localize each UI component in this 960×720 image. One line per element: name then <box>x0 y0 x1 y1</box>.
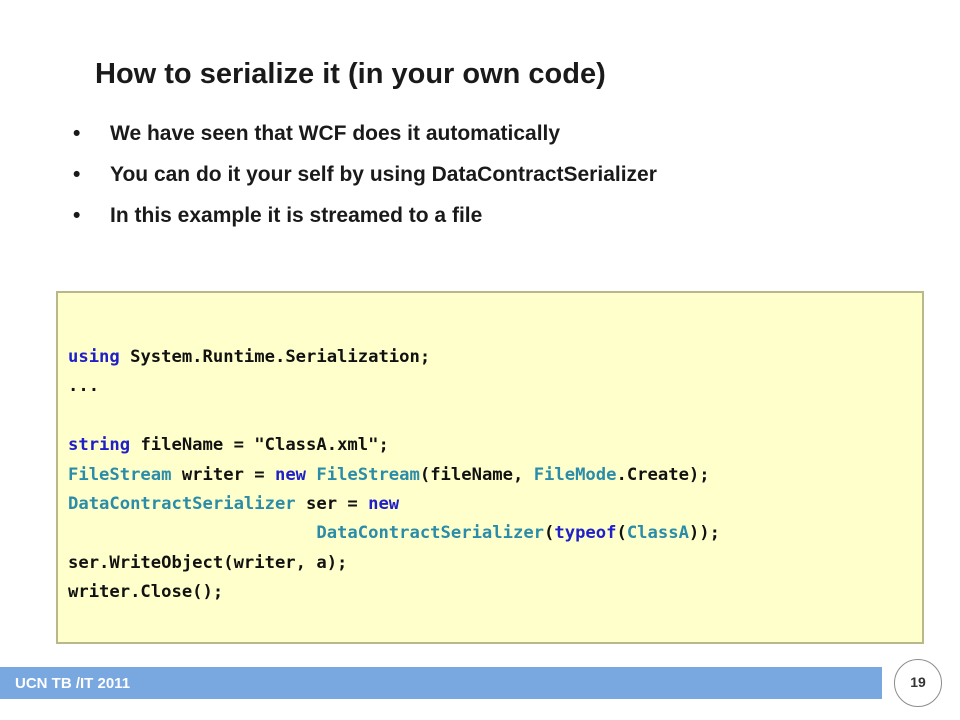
code-token: ser.WriteObject(writer, a); <box>68 552 348 573</box>
code-line: FileStream writer = new FileStream(fileN… <box>68 461 720 490</box>
code-line: ser.WriteObject(writer, a); <box>68 549 720 578</box>
code-token-kw: using <box>68 347 120 367</box>
code-line: string fileName = "ClassA.xml"; <box>68 431 720 460</box>
footer-label: UCN TB /IT 2011 <box>15 675 131 692</box>
bullet-item: • You can do it your self by using DataC… <box>73 163 657 204</box>
code-token-kw: string <box>68 435 131 456</box>
code-token: writer = <box>171 464 275 485</box>
slide-title: How to serialize it (in your own code) <box>95 58 606 90</box>
code-token: .Create); <box>616 464 710 485</box>
code-token-ty: FileMode <box>533 464 617 485</box>
code-token-ty: ClassA <box>626 523 689 544</box>
bullet-text: In this example it is streamed to a file <box>110 204 483 227</box>
code-token-ty: FileStream <box>68 464 172 485</box>
code-line: writer.Close(); <box>68 578 720 607</box>
bullet-list: • We have seen that WCF does it automati… <box>73 122 657 245</box>
code-line: DataContractSerializer(typeof(ClassA)); <box>68 519 720 548</box>
code-box: using System.Runtime.Serialization;... st… <box>56 291 924 644</box>
code-line: DataContractSerializer ser = new <box>68 490 720 519</box>
code-line: using System.Runtime.Serialization; <box>68 343 720 372</box>
code-token: ; <box>378 435 389 456</box>
bullet-item: • In this example it is streamed to a fi… <box>73 204 657 245</box>
bullet-icon: • <box>73 204 81 227</box>
bullet-icon: • <box>73 163 81 186</box>
code-token: ser = <box>295 493 369 514</box>
code-token: ( <box>544 523 555 544</box>
code-token-kw: typeof <box>554 523 617 544</box>
code-token-str: "ClassA.xml" <box>254 435 379 456</box>
bullet-text: You can do it your self by using DataCon… <box>110 163 657 186</box>
code-token-kw: new <box>368 493 400 514</box>
bullet-item: • We have seen that WCF does it automati… <box>73 122 657 163</box>
code-block: using System.Runtime.Serialization;... st… <box>68 343 720 608</box>
code-token: System.Runtime.Serialization; <box>119 347 431 367</box>
code-token: writer.Close(); <box>68 582 224 603</box>
code-token: (fileName, <box>419 464 534 485</box>
code-line: ... <box>68 372 720 401</box>
page-number: 19 <box>910 674 926 690</box>
bullet-icon: • <box>73 122 81 145</box>
footer-bar: UCN TB /IT 2011 <box>0 667 882 699</box>
code-token: ( <box>616 523 627 544</box>
code-token: ... <box>68 376 100 397</box>
code-token: fileName = <box>130 435 255 456</box>
code-token-ty: DataContractSerializer <box>68 493 296 514</box>
code-token-ty: DataContractSerializer <box>316 523 545 544</box>
page-number-badge: 19 <box>894 659 942 707</box>
code-token: )); <box>688 523 720 544</box>
code-token-ty: FileStream <box>316 464 420 485</box>
code-token-kw: new <box>274 464 307 485</box>
bullet-text: We have seen that WCF does it automatica… <box>110 122 561 145</box>
